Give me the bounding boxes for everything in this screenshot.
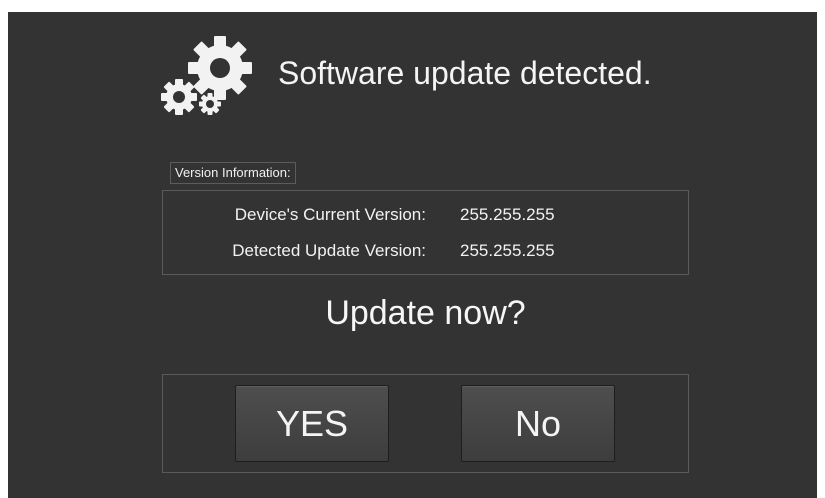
current-version-value: 255.255.255 (460, 205, 555, 224)
dialog-title: Software update detected. (278, 55, 652, 91)
detected-version-row: Detected Update Version: 255.255.255 (163, 238, 688, 264)
update-prompt: Update now? (325, 294, 526, 332)
version-info-label: Version Information: (170, 162, 296, 184)
yes-button[interactable]: YES (235, 385, 389, 462)
current-version-label: Device's Current Version: (234, 205, 426, 224)
no-button[interactable]: No (461, 385, 615, 462)
gears-icon (158, 28, 262, 122)
detected-version-label: Detected Update Version: (232, 241, 426, 260)
current-version-row: Device's Current Version: 255.255.255 (163, 202, 688, 228)
detected-version-value: 255.255.255 (460, 241, 555, 260)
version-info-panel: Device's Current Version: 255.255.255 De… (162, 190, 689, 275)
